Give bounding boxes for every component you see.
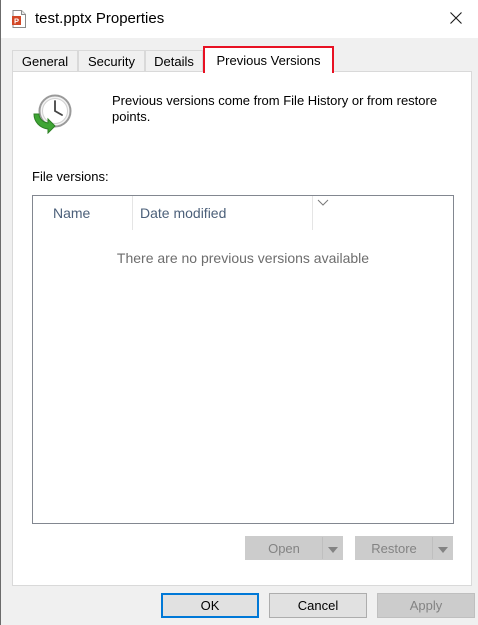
cancel-button-label: Cancel: [297, 598, 339, 613]
tab-strip: General Security Details Previous Versio…: [1, 46, 478, 73]
tab-label: Details: [154, 54, 194, 69]
restore-dropdown-arrow[interactable]: [432, 537, 452, 559]
column-header-date-modified[interactable]: Date modified: [133, 196, 329, 230]
window-title: test.pptx Properties: [35, 10, 165, 27]
apply-button[interactable]: Apply: [377, 593, 475, 618]
empty-list-message: There are no previous versions available: [116, 250, 370, 266]
file-versions-list[interactable]: Name Date modified There are no previous…: [32, 195, 454, 524]
chevron-down-icon: [327, 541, 338, 556]
properties-dialog: P test.pptx Properties General Security …: [0, 0, 478, 625]
apply-button-label: Apply: [409, 598, 443, 613]
restore-button-label: Restore: [371, 540, 417, 556]
ok-button-label: OK: [200, 598, 220, 613]
title-bar: P test.pptx Properties: [1, 0, 478, 38]
column-header-label: Name: [53, 205, 91, 221]
powerpoint-file-icon: P: [12, 10, 26, 28]
sort-descending-icon: [317, 193, 329, 206]
close-button[interactable]: [433, 0, 478, 38]
open-dropdown-arrow[interactable]: [322, 537, 342, 559]
column-header-label: Date modified: [140, 205, 227, 221]
chevron-down-icon: [437, 541, 448, 556]
tab-label: Security: [88, 54, 135, 69]
restore-button[interactable]: Restore: [355, 536, 453, 560]
tab-details[interactable]: Details: [145, 50, 203, 72]
svg-text:P: P: [14, 17, 19, 26]
close-icon: [450, 11, 462, 27]
column-header-name[interactable]: Name: [33, 196, 133, 230]
tab-general[interactable]: General: [12, 50, 78, 72]
tab-previous-versions[interactable]: Previous Versions: [203, 46, 334, 73]
tab-security[interactable]: Security: [78, 50, 145, 72]
tab-label: General: [21, 54, 69, 69]
open-button[interactable]: Open: [245, 536, 343, 560]
tab-label: Previous Versions: [216, 53, 321, 68]
open-button-label: Open: [268, 540, 300, 556]
previous-versions-panel: Previous versions come from File History…: [12, 71, 472, 586]
file-versions-label: File versions:: [32, 169, 109, 184]
cancel-button[interactable]: Cancel: [269, 593, 367, 618]
intro-text: Previous versions come from File History…: [112, 93, 438, 124]
ok-button[interactable]: OK: [161, 593, 259, 618]
file-history-clock-icon: [31, 92, 73, 135]
